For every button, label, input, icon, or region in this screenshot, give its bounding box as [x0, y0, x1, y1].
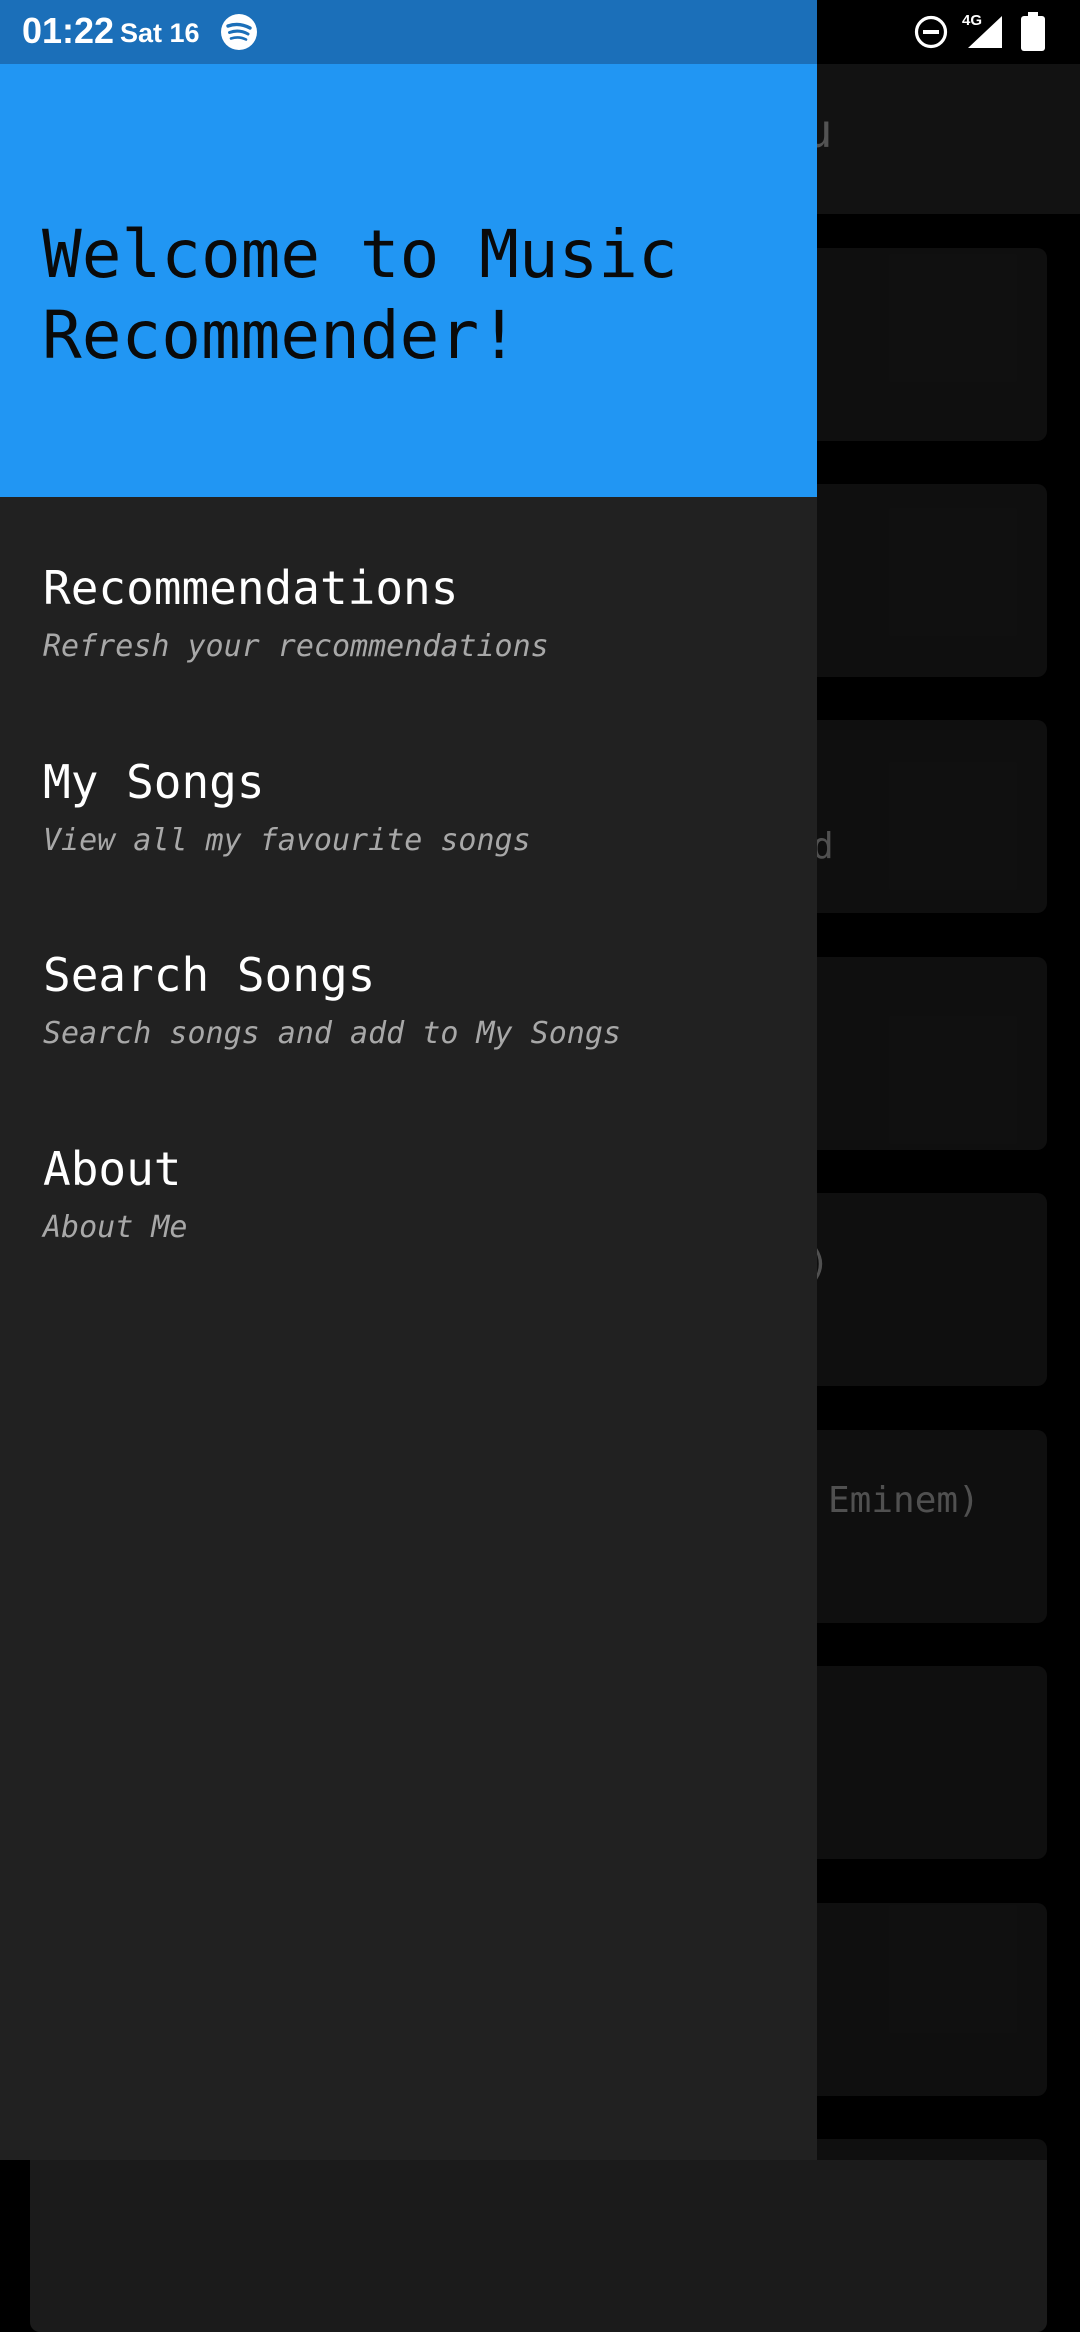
- status-date: Sat 16: [120, 18, 200, 48]
- status-bar: 01:22 Sat 16 4G: [0, 0, 1080, 64]
- recommendation-card[interactable]: [30, 2139, 1047, 2332]
- battery-icon: [1021, 12, 1045, 51]
- menu-item-subtitle: Search songs and add to My Songs: [43, 1016, 621, 1051]
- menu-item-my-songs[interactable]: My Songs View all my favourite songs: [0, 755, 817, 915]
- menu-item-about[interactable]: About About Me: [0, 1142, 817, 1302]
- spotify-icon: [221, 14, 257, 50]
- menu-item-title: My Songs: [43, 755, 265, 809]
- menu-item-subtitle: View all my favourite songs: [43, 823, 531, 858]
- menu-item-title: About: [43, 1142, 182, 1196]
- signal-icon: [968, 16, 1002, 48]
- status-time: 01:22: [22, 10, 115, 51]
- drawer-header-title: Welcome to Music Recommender!: [42, 216, 678, 374]
- drawer-header: Welcome to Music Recommender!: [0, 64, 817, 497]
- menu-item-title: Recommendations: [43, 561, 459, 615]
- menu-item-search-songs[interactable]: Search Songs Search songs and add to My …: [0, 948, 817, 1108]
- do-not-disturb-icon: [914, 15, 948, 49]
- menu-item-recommendations[interactable]: Recommendations Refresh your recommendat…: [0, 561, 817, 721]
- navigation-drawer: Welcome to Music Recommender! Recommenda…: [0, 64, 817, 2160]
- menu-item-subtitle: About Me: [43, 1210, 188, 1245]
- menu-item-title: Search Songs: [43, 948, 376, 1002]
- menu-item-subtitle: Refresh your recommendations: [43, 629, 549, 664]
